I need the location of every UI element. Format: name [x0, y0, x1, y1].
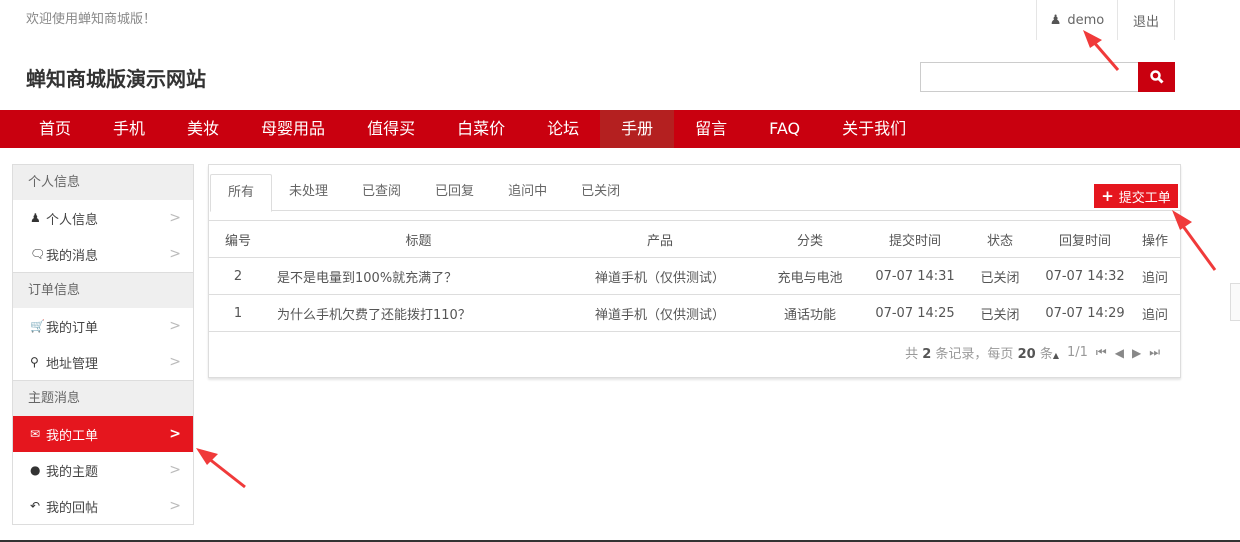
sidebar-item[interactable]: ⚲ 地址管理 >	[13, 344, 193, 380]
logout-link[interactable]: 退出	[1117, 0, 1175, 40]
tab[interactable]: 所有	[210, 174, 273, 212]
sidebar-item[interactable]: ↶ 我的回帖 >	[13, 488, 193, 524]
main-nav: 首页 手机 美妆 母婴用品 值得买 白菜价 论坛 手册 留言 FAQ 关于我们	[0, 110, 1240, 148]
site-title[interactable]: 蝉知商城版演示网站	[26, 63, 206, 92]
follow-up-link[interactable]: 追问	[1130, 257, 1180, 295]
cart-icon: 🛒	[30, 319, 45, 333]
search-icon	[1149, 70, 1164, 84]
search-button[interactable]	[1138, 62, 1175, 92]
ticket-title-link[interactable]: 是不是电量到100%就充满了？	[267, 257, 570, 295]
column-header: 分类	[750, 220, 870, 258]
column-header: 编号	[209, 220, 267, 258]
tab[interactable]: 已关闭	[564, 174, 637, 210]
ticket-title-link[interactable]: 为什么手机欠费了还能拨打110？	[267, 294, 570, 332]
tickets-panel: 所有 未处理 已查阅 已回复 追问中 已关闭 + 提交工单 编号 标题 产品 分类 提交时间 状态回…	[208, 164, 1181, 378]
user-icon: ♟	[30, 211, 41, 225]
nav-item[interactable]: 关于我们	[821, 110, 927, 148]
nav-item[interactable]: 值得买	[346, 110, 436, 148]
comment-icon: ●	[30, 463, 41, 477]
table-cell: 禅道手机（仅供测试）	[570, 294, 750, 332]
chevron-right-icon: >	[169, 318, 181, 334]
nav-item[interactable]: 美妆	[166, 110, 240, 148]
table-cell: 禅道手机（仅供测试）	[570, 257, 750, 295]
sidebar-item-label: 我的回帖	[46, 500, 99, 516]
table-cell: 通话功能	[750, 294, 870, 332]
chevron-right-icon: >	[169, 210, 181, 226]
comments-icon: 🗨	[30, 247, 46, 261]
table-cell: 已关闭	[960, 294, 1040, 332]
sidebar-item-label: 我的工单	[46, 428, 99, 444]
chevron-right-icon: >	[169, 462, 181, 478]
last-page-icon[interactable]: ⏭	[1149, 345, 1160, 360]
envelope-icon: ✉	[30, 427, 41, 441]
user-link[interactable]: ♟ demo	[1036, 0, 1117, 40]
sidebar: 个人信息 ♟ 个人信息 > 🗨 我的消息 > 订单信息 🛒 我的订单 > ⚲ 地址管理 > 主题消息 ✉ 我的工…	[12, 164, 194, 525]
sidebar-item-label: 我的消息	[46, 248, 99, 264]
sidebar-item-label: 地址管理	[46, 356, 99, 372]
user-icon: ♟	[1049, 12, 1062, 28]
column-header: 提交时间	[870, 220, 960, 258]
nav-item[interactable]: FAQ	[748, 110, 821, 148]
reply-icon: ↶	[30, 499, 41, 513]
table-cell: 07-07 14:29	[1040, 294, 1130, 332]
nav-item[interactable]: 留言	[674, 110, 748, 148]
per-page-select[interactable]: 20	[1018, 347, 1036, 362]
welcome-text: 欢迎使用蝉知商城版！	[26, 12, 157, 27]
nav-item[interactable]: 论坛	[526, 110, 600, 148]
sidebar-item[interactable]: 🗨 我的消息 >	[13, 236, 193, 272]
sidebar-group-title: 订单信息	[13, 272, 193, 308]
table-cell: 已关闭	[960, 257, 1040, 295]
nav-item[interactable]: 手册	[600, 110, 675, 148]
nav-item[interactable]: 手机	[92, 110, 166, 148]
first-page-icon[interactable]: ⏮	[1096, 345, 1107, 360]
sidebar-item-label: 个人信息	[46, 212, 99, 228]
table-row: 1 为什么手机欠费了还能拨打110？ 禅道手机（仅供测试） 通话功能 07-07 14:…	[209, 294, 1180, 332]
sidebar-group-title: 主题消息	[13, 380, 193, 416]
submit-ticket-button[interactable]: + 提交工单	[1094, 184, 1178, 208]
column-header: 产品	[570, 220, 750, 258]
tab[interactable]: 已回复	[418, 174, 491, 210]
table-cell: 2	[209, 257, 267, 295]
chevron-right-icon: >	[169, 246, 181, 262]
table-cell: 07-07 14:25	[870, 294, 960, 332]
chevron-right-icon: >	[169, 426, 181, 442]
sidebar-item[interactable]: ✉ 我的工单 >	[13, 416, 193, 452]
sidebar-item[interactable]: ♟ 个人信息 >	[13, 200, 193, 236]
table-cell: 充电与电池	[750, 257, 870, 295]
nav-item[interactable]: 白菜价	[436, 110, 526, 148]
column-header: 回复时间	[1040, 220, 1130, 258]
nav-item[interactable]: 首页	[18, 110, 92, 148]
sidebar-item[interactable]: ● 我的主题 >	[13, 452, 193, 488]
next-page-icon[interactable]: ▶	[1132, 346, 1141, 360]
username: demo	[1067, 12, 1105, 28]
map-marker-icon: ⚲	[30, 355, 39, 369]
table-cell: 07-07 14:32	[1040, 257, 1130, 295]
sidebar-item-label: 我的主题	[46, 464, 99, 480]
column-header: 标题	[267, 220, 570, 258]
table-cell: 07-07 14:31	[870, 257, 960, 295]
column-header: 状态	[960, 220, 1040, 258]
ticket-tabs: 所有 未处理 已查阅 已回复 追问中 已关闭	[210, 174, 1180, 212]
chevron-right-icon: >	[169, 498, 181, 514]
side-float-button[interactable]	[1230, 283, 1240, 321]
tab[interactable]: 已查阅	[345, 174, 418, 210]
search-input[interactable]	[920, 62, 1139, 92]
sidebar-item-label: 我的订单	[46, 320, 99, 336]
table-cell: 1	[209, 294, 267, 332]
tab[interactable]: 未处理	[272, 174, 345, 210]
follow-up-link[interactable]: 追问	[1130, 294, 1180, 332]
table-row: 2 是不是电量到100%就充满了？ 禅道手机（仅供测试） 充电与电池 07-07 14:…	[209, 257, 1180, 295]
pagination: 共 2 条记录，每页 20 条▲ 1/1 ⏮ ◀ ▶ ⏭	[905, 345, 1160, 362]
page-indicator: 1/1	[1066, 345, 1088, 360]
tickets-table: 编号 标题 产品 分类 提交时间 状态 回复时间 操作 2 是不是电量到100%就充满了？ 禅道手…	[209, 220, 1180, 332]
tab[interactable]: 追问中	[491, 174, 564, 210]
nav-item[interactable]: 母婴用品	[240, 110, 346, 148]
chevron-right-icon: >	[169, 354, 181, 370]
sidebar-item[interactable]: 🛒 我的订单 >	[13, 308, 193, 344]
prev-page-icon[interactable]: ◀	[1115, 346, 1124, 360]
column-header: 操作	[1130, 220, 1180, 258]
plus-icon: +	[1101, 187, 1114, 205]
sidebar-group-title: 个人信息	[13, 164, 193, 200]
